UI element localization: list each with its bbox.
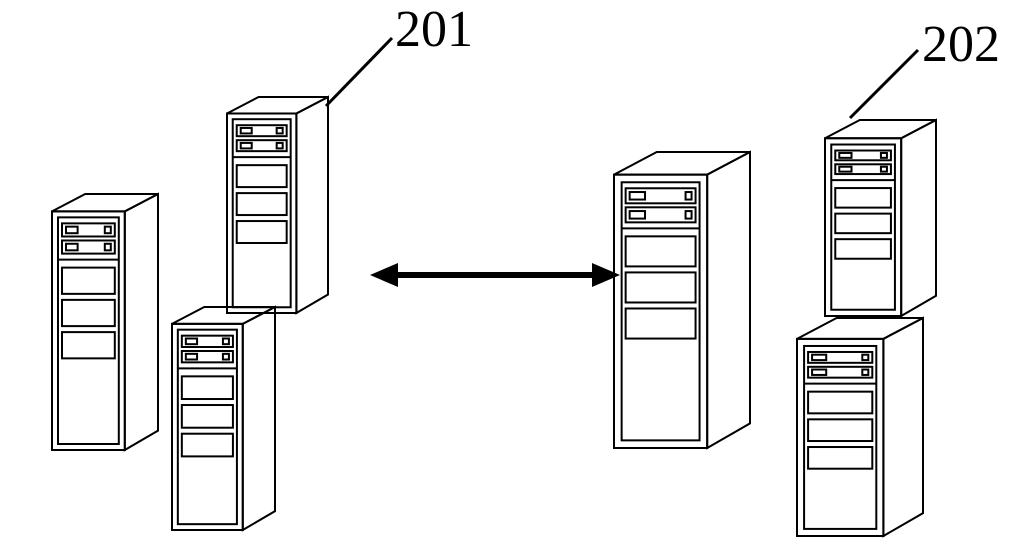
server-s4 [612, 150, 752, 450]
server-s3 [170, 305, 277, 532]
label-201: 201 [395, 0, 473, 59]
server-s2 [225, 95, 330, 315]
leader-201 [326, 38, 392, 106]
label-202: 202 [922, 15, 1000, 74]
server-s1 [50, 192, 160, 452]
server-s5 [823, 118, 938, 318]
leader-202 [850, 50, 918, 118]
server-s6 [795, 316, 925, 538]
double-arrow [370, 263, 620, 287]
